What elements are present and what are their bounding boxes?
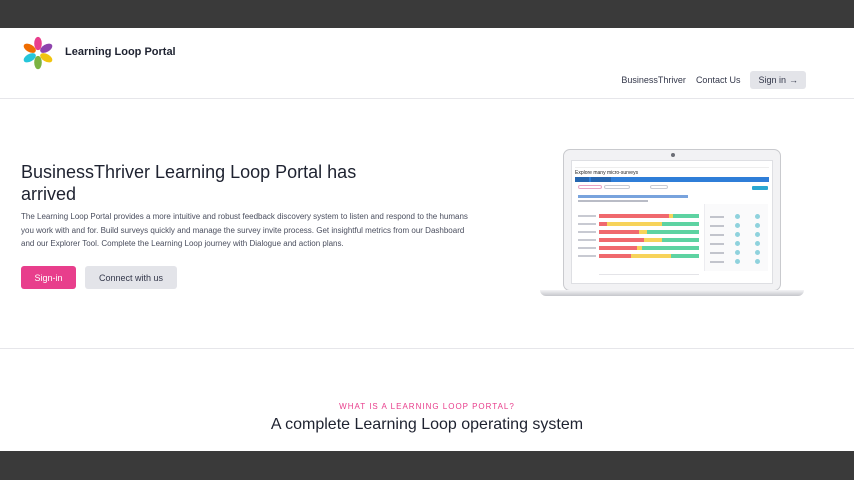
app-screenshot: Explore many micro-surveys: [571, 160, 773, 284]
section-title: A complete Learning Loop operating syste…: [270, 416, 584, 433]
browser-chrome-top: [0, 0, 854, 28]
laptop-lid: Explore many micro-surveys: [563, 149, 781, 291]
logo-icon[interactable]: [19, 34, 57, 72]
hero-section: BusinessThriver Learning Loop Portal has…: [0, 99, 854, 349]
brand-name[interactable]: Learning Loop Portal: [65, 46, 176, 58]
sign-in-label: Sign in: [758, 75, 786, 85]
arrow-right-icon: →: [789, 75, 798, 85]
browser-chrome-bottom: [0, 451, 854, 480]
hero-description: The Learning Loop Portal provides a more…: [21, 212, 468, 248]
screenshot-title: Explore many micro-surveys: [575, 170, 639, 176]
hero-sign-in-button[interactable]: Sign-in: [21, 266, 76, 289]
site-header: Learning Loop Portal BusinessThriver Con…: [0, 28, 854, 99]
section-eyebrow: WHAT IS A LEARNING LOOP PORTAL?: [339, 402, 515, 411]
nav-link-businessthriver[interactable]: BusinessThriver: [621, 75, 686, 85]
nav-link-contact-us[interactable]: Contact Us: [696, 75, 741, 85]
camera-icon: [671, 153, 675, 157]
laptop-illustration: Explore many micro-surveys: [540, 149, 804, 299]
page: Learning Loop Portal BusinessThriver Con…: [0, 28, 854, 451]
hero-title: BusinessThriver Learning Loop Portal has…: [21, 162, 357, 204]
top-nav: BusinessThriver Contact Us Sign in →: [621, 71, 806, 89]
sign-in-button[interactable]: Sign in →: [750, 71, 806, 89]
laptop-base: [540, 290, 804, 296]
connect-with-us-button[interactable]: Connect with us: [85, 266, 177, 289]
